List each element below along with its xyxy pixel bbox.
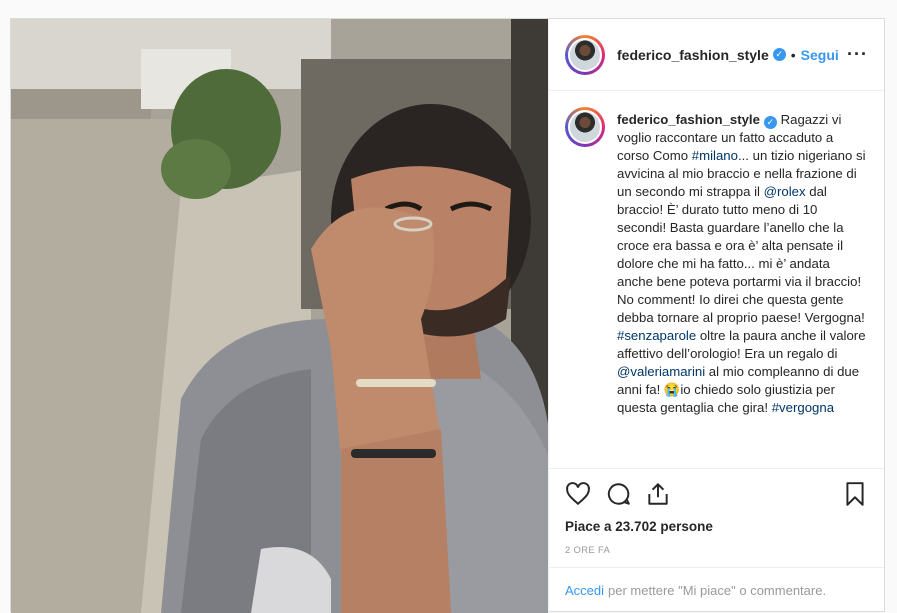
share-icon[interactable] bbox=[645, 481, 671, 507]
instagram-post: federico_fashion_style ✓ • Segui ··· fed… bbox=[10, 18, 885, 613]
more-options-icon[interactable]: ··· bbox=[847, 44, 868, 65]
caption-verified-badge-icon: ✓ bbox=[763, 116, 777, 129]
post-time[interactable]: 2 ORE FA bbox=[549, 545, 884, 565]
comment-icon[interactable] bbox=[605, 481, 631, 507]
caption-tag-link[interactable]: #milano bbox=[692, 148, 738, 163]
heart-icon[interactable] bbox=[565, 481, 591, 507]
caption-tag-link[interactable]: #vergogna bbox=[772, 400, 834, 415]
caption-text: federico_fashion_style ✓ Ragazzi vi vogli… bbox=[617, 111, 868, 468]
caption-tag-link[interactable]: #senzaparole bbox=[617, 328, 696, 343]
post-header: federico_fashion_style ✓ • Segui ··· bbox=[549, 19, 884, 91]
bookmark-icon[interactable] bbox=[842, 481, 868, 507]
header-username[interactable]: federico_fashion_style bbox=[617, 47, 769, 63]
action-bar bbox=[549, 469, 884, 519]
caption-body: Ragazzi vi voglio raccontare un fatto ac… bbox=[617, 112, 866, 415]
likes-count[interactable]: Piace a 23.702 persone bbox=[549, 519, 884, 539]
avatar-image bbox=[568, 37, 602, 72]
separator-dot: • bbox=[790, 46, 796, 63]
caption-username[interactable]: federico_fashion_style bbox=[617, 112, 760, 127]
post-photo-illustration bbox=[11, 19, 548, 613]
post-photo[interactable] bbox=[11, 19, 548, 613]
caption-segment: dal braccio! È’ durato tutto meno di 10 … bbox=[617, 184, 865, 325]
login-link[interactable]: Accedi bbox=[565, 583, 604, 598]
login-prompt-text: per mettere "Mi piace" o commentare. bbox=[608, 583, 827, 598]
caption-area: federico_fashion_style ✓ Ragazzi vi vogli… bbox=[549, 91, 884, 469]
avatar[interactable] bbox=[565, 34, 605, 75]
follow-button[interactable]: Segui bbox=[801, 47, 839, 63]
caption-avatar[interactable] bbox=[565, 107, 605, 147]
verified-badge-icon: ✓ bbox=[772, 48, 786, 61]
caption-tag-link[interactable]: @valeriamarini bbox=[617, 364, 705, 379]
caption-avatar-image bbox=[568, 110, 602, 144]
login-bar: Accedi per mettere "Mi piace" o commenta… bbox=[549, 567, 884, 613]
caption-tag-link[interactable]: @rolex bbox=[764, 184, 806, 199]
post-sidebar: federico_fashion_style ✓ • Segui ··· fed… bbox=[548, 19, 884, 613]
